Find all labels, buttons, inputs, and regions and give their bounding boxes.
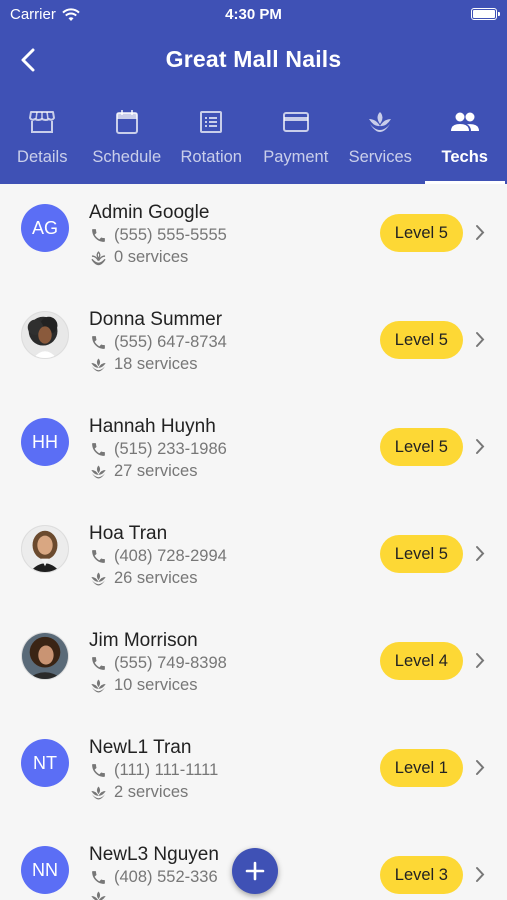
tab-label: Payment (263, 148, 329, 166)
tab-bar: Details Schedule Rotation Payment Servic… (0, 100, 507, 184)
phone-icon (92, 550, 105, 563)
tab-details[interactable]: Details (0, 100, 85, 184)
chevron-right-icon (476, 225, 485, 240)
tech-service-count: 27 services (114, 462, 198, 480)
spa-icon (91, 464, 106, 479)
phone-icon (92, 871, 105, 884)
nav-bar: Great Mall Nails (0, 36, 507, 84)
chevron-right-icon (476, 867, 485, 882)
add-tech-button[interactable] (232, 848, 278, 894)
tech-name: Admin Google (89, 202, 210, 223)
phone-icon (92, 764, 105, 777)
plus-icon (245, 861, 265, 881)
tech-row[interactable]: NT NewL1 Tran (111) 111-1111 2 services … (0, 719, 507, 826)
card-icon (282, 112, 309, 132)
chevron-right-icon (476, 653, 485, 668)
tech-service-count: 2 services (114, 783, 189, 801)
tech-name: NewL1 Tran (89, 737, 192, 758)
tech-name: Hoa Tran (89, 523, 168, 544)
level-badge: Level 5 (379, 535, 463, 573)
tech-row[interactable]: Donna Summer (555) 647-8734 18 services … (0, 291, 507, 398)
avatar: NN (21, 846, 69, 894)
tech-phone: (408) 728-2994 (114, 547, 227, 565)
spa-icon (91, 571, 106, 586)
chevron-right-icon (476, 546, 485, 561)
level-badge: Level 5 (379, 428, 463, 466)
tech-service-count: 0 services (114, 248, 189, 266)
tech-name: Jim Morrison (89, 630, 198, 651)
tab-label: Rotation (180, 148, 242, 166)
spa-icon (91, 357, 106, 372)
phone-icon (92, 657, 105, 670)
avatar: HH (21, 418, 69, 466)
spa-icon (91, 891, 106, 900)
chevron-right-icon (476, 439, 485, 454)
tech-name: NewL3 Nguyen (89, 844, 219, 865)
store-icon (29, 111, 56, 133)
tech-phone: (555) 749-8398 (114, 654, 227, 672)
tech-row[interactable]: Jim Morrison (555) 749-8398 10 services … (0, 612, 507, 719)
tech-service-count: 10 services (114, 676, 198, 694)
tab-label: Techs (441, 148, 488, 166)
level-badge: Level 3 (379, 856, 463, 894)
avatar: AG (21, 204, 69, 252)
tech-row[interactable]: Hoa Tran (408) 728-2994 26 services Leve… (0, 505, 507, 612)
tech-name: Hannah Huynh (89, 416, 216, 437)
tab-label: Schedule (92, 148, 162, 166)
tab-label: Details (17, 148, 68, 166)
avatar (21, 525, 69, 573)
status-time: 4:30 PM (225, 6, 282, 23)
spa-icon (369, 112, 392, 132)
battery-icon (471, 8, 500, 20)
avatar (21, 632, 69, 680)
level-badge: Level 5 (379, 214, 463, 252)
tab-techs[interactable]: Techs (423, 100, 507, 184)
tech-service-count: 26 services (114, 569, 198, 587)
avatar: NT (21, 739, 69, 787)
chevron-right-icon (476, 760, 485, 775)
chevron-right-icon (476, 332, 485, 347)
level-badge: Level 5 (379, 321, 463, 359)
list-icon (200, 111, 223, 133)
person-photo-icon (22, 312, 68, 358)
tech-list: AG Admin Google (555) 555-5555 0 service… (0, 184, 507, 900)
tech-row[interactable]: HH Hannah Huynh (515) 233-1986 27 servic… (0, 398, 507, 505)
tab-schedule[interactable]: Schedule (85, 100, 170, 184)
spa-outline-icon (91, 250, 106, 265)
person-photo-icon (22, 526, 68, 572)
people-icon (450, 112, 479, 131)
phone-icon (92, 443, 105, 456)
level-badge: Level 4 (379, 642, 463, 680)
tech-name: Donna Summer (89, 309, 223, 330)
page-title: Great Mall Nails (165, 46, 342, 72)
calendar-icon (115, 110, 138, 134)
person-photo-icon (22, 633, 68, 679)
tab-services[interactable]: Services (338, 100, 423, 184)
spa-icon (91, 785, 106, 800)
tech-phone: (555) 555-5555 (114, 226, 227, 244)
phone-icon (92, 229, 105, 242)
tab-payment[interactable]: Payment (254, 100, 339, 184)
tech-phone: (408) 552-336 (114, 868, 218, 886)
level-badge: Level 1 (379, 749, 463, 787)
tab-rotation[interactable]: Rotation (169, 100, 254, 184)
spa-icon (91, 678, 106, 693)
tech-service-count: 18 services (114, 355, 198, 373)
tech-phone: (111) 111-1111 (114, 761, 219, 779)
tech-row[interactable]: AG Admin Google (555) 555-5555 0 service… (0, 184, 507, 291)
tech-phone: (515) 233-1986 (114, 440, 227, 458)
tech-phone: (555) 647-8734 (114, 333, 227, 351)
phone-icon (92, 336, 105, 349)
tab-label: Services (348, 148, 412, 166)
app-header: Carrier 4:30 PM Great Mall Nails Details… (0, 0, 507, 184)
status-bar: Carrier 4:30 PM (0, 0, 507, 28)
avatar (21, 311, 69, 359)
